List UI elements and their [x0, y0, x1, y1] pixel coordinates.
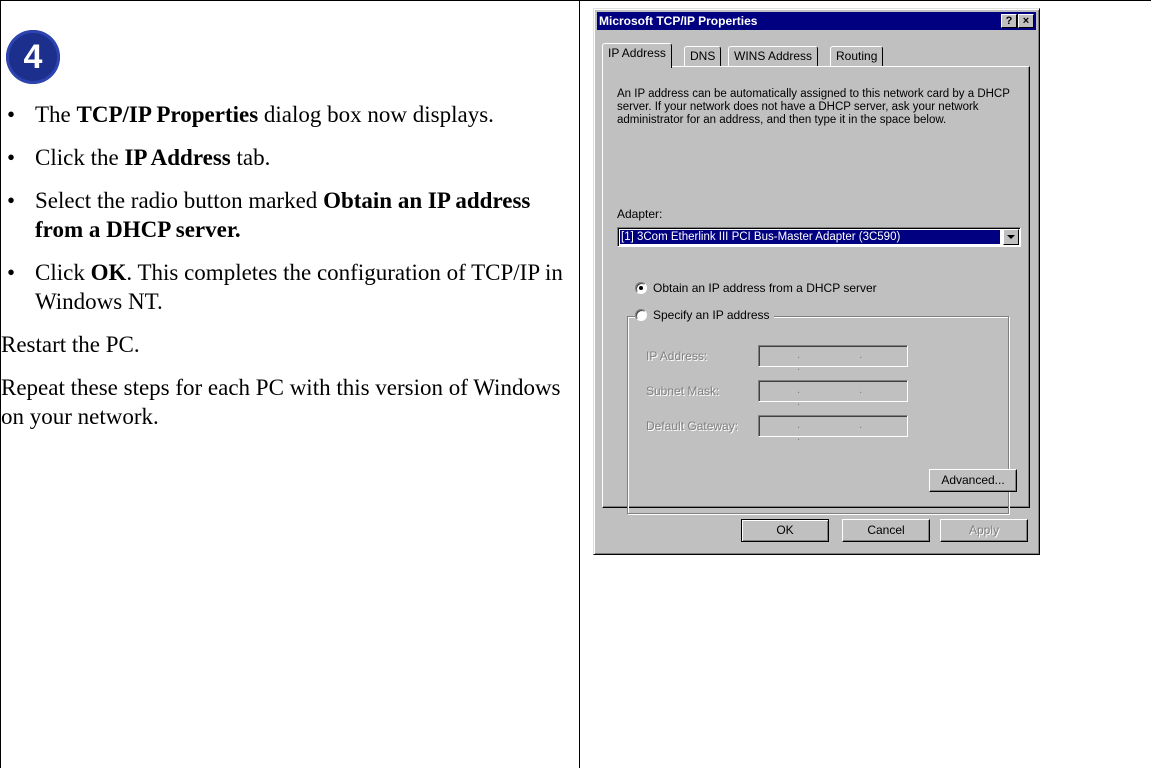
dialog-titlebar[interactable]: Microsoft TCP/IP Properties ? ×: [597, 12, 1036, 30]
tab-wins-address[interactable]: WINS Address: [728, 46, 819, 66]
ip-address-panel: An IP address can be automatically assig…: [602, 66, 1030, 514]
instruction-item: • Click the IP Address tab.: [7, 145, 271, 170]
apply-button[interactable]: Apply: [940, 519, 1028, 542]
adapter-dropdown[interactable]: [1] 3Com Etherlink III PCI Bus-Master Ad…: [617, 227, 1021, 247]
subnet-mask-input[interactable]: . . .: [758, 380, 908, 408]
instruction-text: Click the: [35, 145, 125, 170]
radio-specify-ip[interactable]: Specify an IP address: [635, 308, 774, 322]
instruction-item: • Select the radio button marked Obtain a…: [7, 188, 531, 242]
step-number-badge: 4: [6, 30, 60, 84]
cancel-button[interactable]: Cancel: [842, 519, 930, 542]
ip-field-separators: . . .: [797, 384, 891, 408]
default-gateway-input[interactable]: . . .: [758, 415, 908, 443]
instruction-text: Select the radio button marked: [35, 188, 324, 213]
repeat-paragraph: Repeat these steps for each PC with this…: [1, 375, 561, 429]
instructions-column: • The TCP/IP Properties dialog box now di…: [0, 100, 579, 445]
frame-top-line: [0, 0, 1151, 1]
instruction-item: • The TCP/IP Properties dialog box now di…: [7, 102, 494, 127]
adapter-label: Adapter:: [617, 207, 663, 221]
dialog-title: Microsoft TCP/IP Properties: [599, 14, 758, 28]
tcpip-properties-dialog: Microsoft TCP/IP Properties ? × IP Addre…: [593, 8, 1040, 555]
tab-dns[interactable]: DNS: [684, 46, 722, 66]
instruction-emphasis: TCP/IP Properties: [76, 102, 259, 127]
step-number: 4: [23, 38, 43, 76]
description-text: An IP address can be automatically assig…: [617, 88, 1010, 126]
adapter-selected-value: [1] 3Com Etherlink III PCI Bus-Master Ad…: [620, 230, 1000, 244]
subnet-mask-label: Subnet Mask:: [646, 384, 720, 398]
radio-unchecked-icon[interactable]: [635, 309, 647, 321]
ip-field-separators: . . .: [797, 419, 891, 443]
radio-checked-icon[interactable]: [635, 282, 647, 294]
ip-address-input[interactable]: . . .: [758, 345, 908, 373]
radio-obtain-label: Obtain an IP address from a DHCP server: [653, 281, 877, 295]
frame-column-divider: [579, 0, 580, 768]
radio-specify-label: Specify an IP address: [653, 308, 770, 322]
restart-paragraph: Restart the PC.: [1, 332, 140, 357]
instruction-list: • The TCP/IP Properties dialog box now di…: [0, 100, 579, 316]
chevron-down-icon[interactable]: [1003, 229, 1019, 245]
help-button[interactable]: ?: [1001, 14, 1017, 28]
advanced-button[interactable]: Advanced...: [929, 469, 1017, 492]
instruction-emphasis: OK: [90, 260, 127, 285]
instruction-text: dialog box now displays.: [258, 102, 494, 127]
tab-routing[interactable]: Routing: [830, 46, 884, 66]
instruction-text: The: [35, 102, 77, 127]
instruction-item: • Click OK. This completes the configurat…: [7, 260, 563, 314]
close-button[interactable]: ×: [1018, 14, 1034, 28]
ok-button[interactable]: OK: [741, 519, 829, 542]
tab-ip-address[interactable]: IP Address: [602, 43, 672, 68]
instruction-emphasis: IP Address: [124, 145, 231, 170]
instruction-text: Click: [35, 260, 91, 285]
radio-obtain-ip[interactable]: Obtain an IP address from a DHCP server: [635, 281, 877, 295]
ip-address-label: IP Address:: [646, 349, 708, 363]
instruction-text: tab.: [230, 145, 271, 170]
default-gateway-label: Default Gateway:: [646, 419, 739, 433]
ip-field-separators: . . .: [797, 349, 891, 373]
